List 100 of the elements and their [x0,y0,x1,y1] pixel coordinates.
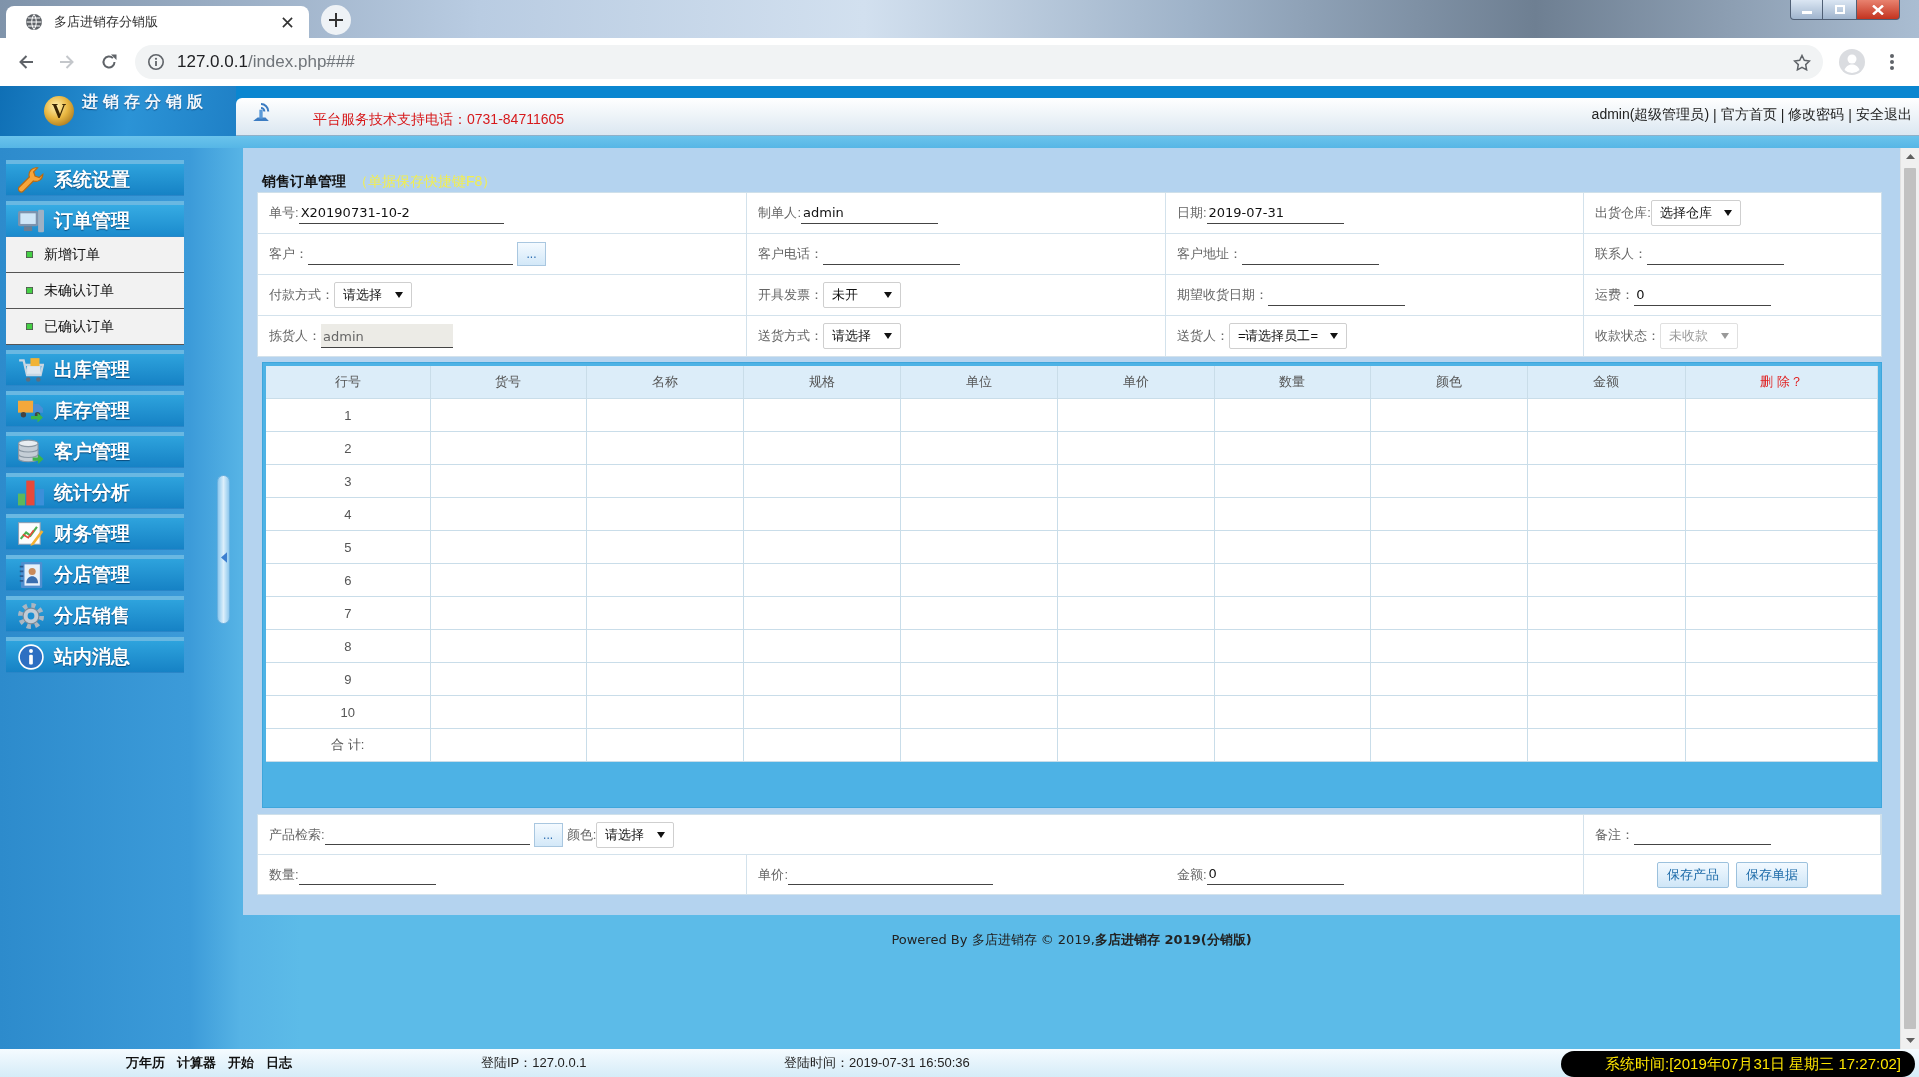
field-label: 日期: [1176,204,1207,222]
row-number: 7 [344,605,352,621]
readonly-field[interactable]: admin [321,324,453,348]
field-label: 备注： [1595,825,1635,844]
square-bullet-icon [26,287,33,294]
save-button[interactable]: 保存产品 [1657,861,1730,888]
antenna-icon [252,103,270,122]
close-icon[interactable] [282,16,293,28]
save-button[interactable]: 保存单据 [1736,861,1809,888]
row-number: 1 [344,407,352,423]
field-label: 制单人: [758,204,801,222]
database-icon [18,438,44,465]
caret-icon [1724,210,1732,216]
input-field[interactable]: X20190731-10-2 [298,202,504,224]
new-tab-button[interactable] [321,5,351,35]
select-dropdown[interactable]: 请选择 [334,282,412,308]
minimize-button[interactable] [1790,0,1823,20]
reload-icon[interactable] [101,54,117,70]
lookup-button[interactable]: ... [533,822,563,847]
caret-icon [1330,333,1339,339]
plus-icon [329,13,343,27]
maximize-button[interactable] [1823,0,1857,20]
column-header: 颜色 [1371,366,1528,399]
logo-title: 进销存分销版 [82,92,208,112]
field-label: 客户电话： [758,245,824,263]
address-bar[interactable]: 127.0.0.1/index.php### [135,45,1823,79]
caret-icon [657,831,666,838]
scrollbar[interactable] [1900,148,1919,1049]
wrench-icon [18,166,44,193]
row-number: 9 [344,671,352,687]
collapse-handle[interactable] [217,475,230,624]
row-number: 6 [344,572,352,588]
field-label: 产品检索: [269,825,325,844]
tool-link[interactable]: 计算器 [177,1054,216,1072]
input-field[interactable]: 2019-07-31 [1206,202,1344,224]
row-number: 8 [344,638,352,654]
row-number: 5 [344,539,352,555]
row-number: 10 [340,704,356,720]
header-link[interactable]: 安全退出 [1856,105,1912,124]
star-icon[interactable] [1793,53,1811,71]
header-link[interactable]: 官方首页 [1720,105,1777,124]
scroll-down-icon[interactable] [1905,1038,1915,1043]
field-label: 送货人： [1176,327,1229,345]
row-number: 4 [344,506,352,522]
maximize-icon [1834,5,1845,14]
column-header: 单位 [901,366,1058,399]
field-label: 拣货人： [269,327,321,345]
tool-link[interactable]: 开始 [228,1054,254,1072]
computer-icon [18,207,44,234]
select-dropdown[interactable]: 请选择 [596,821,675,848]
tool-link[interactable]: 万年历 [126,1054,165,1072]
scroll-up-icon[interactable] [1905,154,1915,159]
submenu-item[interactable]: 未确认订单 [6,273,184,309]
total-label: 合 计: [331,736,365,754]
field-label: 客户： [269,245,308,263]
input-field[interactable]: admin [801,202,938,224]
field-label: 送货方式： [758,327,824,345]
field-label: 开具发票： [758,286,824,304]
tool-link[interactable]: 日志 [266,1054,292,1072]
select-dropdown[interactable]: =请选择员工= [1228,323,1348,349]
field-label: 单号: [269,204,299,222]
select-dropdown[interactable]: 未开 [823,282,902,308]
chart-pencil-icon [18,520,44,547]
field-label: 付款方式： [269,286,334,304]
link-divider: | [1780,106,1785,123]
input-field[interactable]: 0 [1634,284,1772,306]
caret-icon [395,292,403,298]
bar-chart-icon [18,479,44,506]
caret-icon [884,292,893,298]
user-name: admin(超级管理员) [1591,105,1710,124]
column-header: 规格 [743,366,902,399]
column-header: 单价 [1057,366,1215,399]
logo-mark: V [44,96,74,126]
back-icon[interactable] [18,54,34,70]
minimize-icon [1801,11,1812,14]
field-label: 出货仓库: [1595,204,1651,222]
support-phone-text: 平台服务技术支持电话：0731-84711605 [313,110,565,129]
input-field[interactable]: 0 [1206,864,1344,885]
submenu-item[interactable]: 已确认订单 [6,309,184,345]
link-divider: | [1848,106,1852,123]
caret-icon [884,333,893,339]
lookup-button[interactable]: ... [517,242,546,266]
select-dropdown[interactable]: 请选择 [823,323,902,349]
field-label: 联系人： [1595,245,1648,263]
more-menu-icon[interactable] [1890,54,1894,70]
login-ip-text: 登陆IP：127.0.0.1 [481,1054,588,1072]
select-dropdown[interactable]: 选择仓库 [1651,200,1741,226]
panel-title: 销售订单管理 [262,173,346,189]
submenu-item[interactable]: 新增订单 [6,237,184,273]
url-text: 127.0.0.1/index.php### [177,52,355,72]
row-number: 2 [344,440,352,456]
globe-icon [26,14,42,30]
scrollbar-thumb[interactable] [1904,168,1916,1029]
window-close-button[interactable] [1857,0,1900,20]
field-label: 客户地址： [1176,245,1242,263]
cart-icon [18,356,44,383]
browser-tab[interactable]: 多店进销存分销版 [6,6,309,38]
column-header: 行号 [266,366,431,399]
info-icon[interactable] [148,54,164,70]
header-link[interactable]: 修改密码 [1788,105,1845,124]
